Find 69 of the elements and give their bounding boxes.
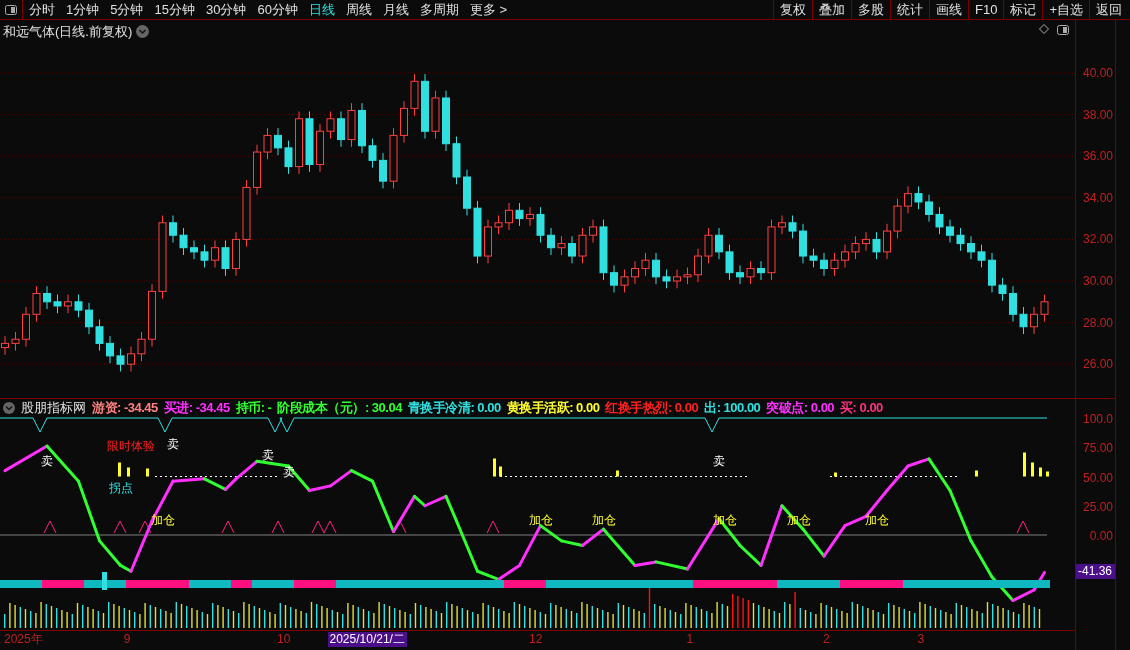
date-label: 2025年 (3, 632, 44, 647)
price-axis-label: 30.00 (1082, 275, 1113, 287)
price-axis-label: 36.00 (1082, 150, 1113, 163)
indicator-reading: 青换手冷清: 0.00 (407, 398, 501, 417)
chart-title: 和远气体(日线.前复权) (3, 23, 133, 41)
date-label: 12 (528, 632, 544, 647)
period-tab[interactable]: 周线 (345, 0, 372, 20)
signal-label: 加仓 (528, 513, 553, 526)
period-tab[interactable]: 5分钟 (110, 0, 144, 20)
toolbar-button[interactable]: 统计 (890, 0, 929, 19)
panel-toggle-icon (5, 4, 17, 15)
toolbar-button[interactable]: F10 (968, 0, 1004, 19)
signal-label: 限时体验 (107, 440, 155, 453)
indicator-name: 股朋指标网 (21, 398, 86, 417)
toolbar-button[interactable]: 返回 (1089, 0, 1128, 19)
toolbar-button[interactable]: +自选 (1042, 0, 1089, 19)
date-label: 3 (916, 632, 926, 647)
date-label: 10 (276, 632, 292, 647)
dropdown-icon[interactable] (136, 25, 150, 39)
indicator-reading: 游资: -34.45 (92, 398, 158, 417)
price-axis-label: 38.00 (1082, 108, 1113, 121)
period-tab[interactable]: 分时 (29, 0, 55, 20)
signal-label: 卖 (282, 465, 295, 478)
indicator-reading: 红换手热烈: 0.00 (605, 398, 699, 417)
signal-label: 卖 (167, 437, 179, 450)
signal-label: 加仓 (864, 513, 889, 526)
signal-label: 拐点 (108, 482, 133, 495)
price-axis-label: 40.00 (1082, 67, 1113, 79)
toolbar-button[interactable]: 复权 (773, 0, 812, 19)
price-axis-label: 26.00 (1082, 358, 1113, 371)
period-tab[interactable]: 月线 (382, 0, 409, 20)
period-tab[interactable]: 日线 (308, 0, 335, 20)
price-axis-label: 32.00 (1082, 233, 1113, 246)
dropdown-icon[interactable] (3, 401, 15, 414)
period-tab[interactable]: 30分钟 (205, 0, 247, 20)
period-tab[interactable]: 15分钟 (154, 0, 195, 20)
indicator-reading: 买: 0.00 (840, 398, 883, 417)
current-value-label: -41.36 (1076, 564, 1115, 579)
date-label: 1 (685, 632, 695, 647)
signal-label: 卖 (261, 449, 274, 462)
toolbar-button[interactable]: 叠加 (812, 0, 851, 19)
diamond-icon[interactable] (1039, 24, 1049, 34)
indicator-axis-label: 50.00 (1082, 471, 1113, 484)
period-tab[interactable]: 多周期 (419, 0, 459, 20)
indicator-reading: 出: 100.00 (704, 398, 761, 417)
signal-label: 卖 (41, 455, 53, 468)
period-tab[interactable]: 更多 > (469, 0, 508, 20)
toolbar-button[interactable]: 画线 (929, 0, 968, 19)
signal-label: 卖 (713, 455, 725, 468)
panel-toggle-icon[interactable] (1057, 25, 1069, 35)
period-tab[interactable]: 60分钟 (257, 0, 298, 20)
date-label: 2 (822, 632, 831, 647)
indicator-axis-label: 25.00 (1082, 500, 1113, 513)
indicator-axis-label: 0.00 (1089, 530, 1113, 542)
date-label: 9 (122, 632, 132, 647)
period-tab[interactable]: 1分钟 (66, 0, 100, 20)
indicator-reading: 持币: - (235, 398, 272, 417)
indicator-reading: 阶段成本（元）: 30.04 (277, 398, 402, 417)
indicator-reading: 突破点: 0.00 (766, 398, 835, 417)
price-axis-label: 34.00 (1082, 191, 1113, 204)
indicator-reading: 买进: -34.45 (163, 398, 230, 417)
indicator-reading: 黄换手活跃: 0.00 (506, 398, 600, 417)
price-axis-label: 28.00 (1082, 316, 1113, 329)
toolbar-button[interactable]: 多股 (851, 0, 890, 19)
indicator-axis-label: 100.0 (1082, 413, 1113, 425)
indicator-axis-label: 75.00 (1082, 442, 1113, 455)
signal-label: 加仓 (591, 513, 616, 526)
date-label: 2025/10/21/二 (327, 632, 407, 647)
toolbar-button[interactable]: 标记 (1003, 0, 1043, 19)
